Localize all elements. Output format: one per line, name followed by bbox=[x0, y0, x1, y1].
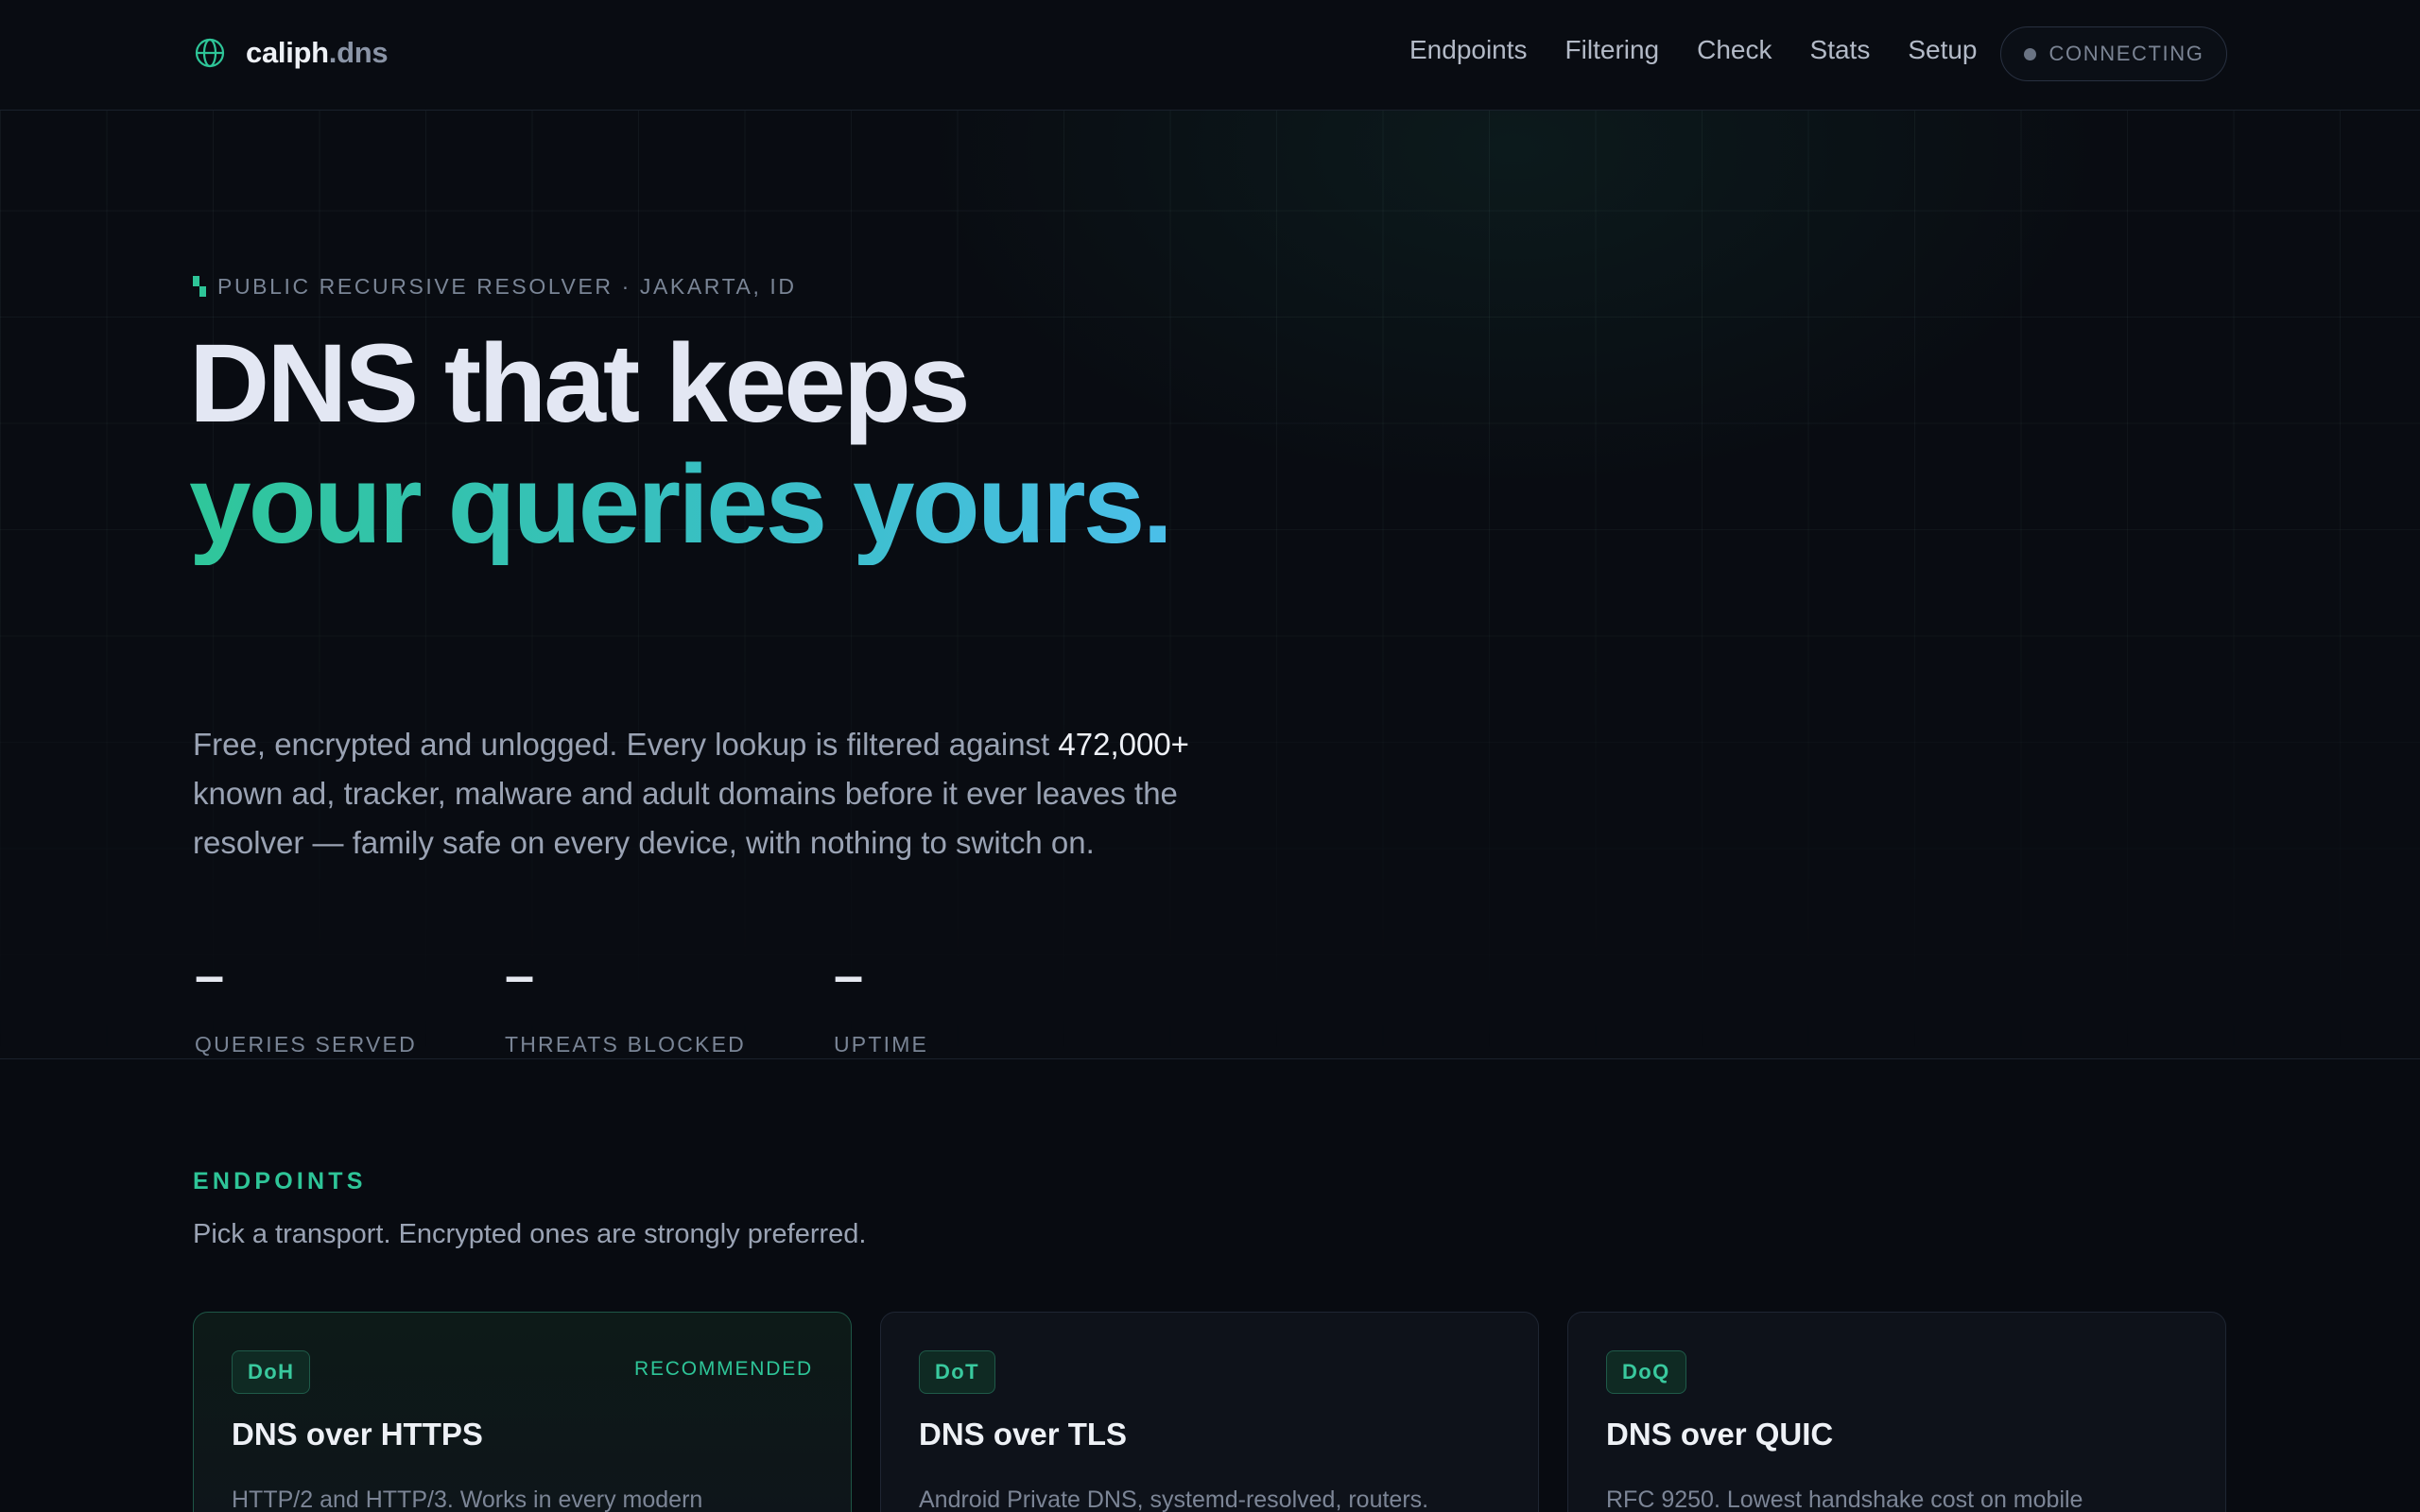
endpoints-section-label: ENDPOINTS bbox=[193, 1168, 367, 1194]
protocol-badge: DoT bbox=[919, 1350, 995, 1394]
endpoint-card-doq[interactable]: DoQ DNS over QUIC RFC 9250. Lowest hands… bbox=[1567, 1312, 2226, 1512]
protocol-badge: DoH bbox=[232, 1350, 311, 1394]
stat-value: – bbox=[834, 945, 864, 1005]
hero-eyebrow: PUBLIC RECURSIVE RESOLVER · JAKARTA, ID bbox=[193, 272, 797, 301]
brand-name: caliph bbox=[246, 36, 329, 69]
blocked-domain-count: 472,000+ bbox=[1058, 727, 1189, 762]
stat-threats-blocked: – THREATS BLOCKED bbox=[505, 947, 746, 1057]
card-description: RFC 9250. Lowest handshake cost on mobil… bbox=[1606, 1486, 2083, 1512]
card-title: DNS over TLS bbox=[919, 1417, 1128, 1452]
recommended-label: RECOMMENDED bbox=[634, 1358, 813, 1380]
globe-icon bbox=[195, 38, 225, 68]
lede-text-after: known ad, tracker, malware and adult dom… bbox=[193, 776, 1178, 860]
protocol-badge: DoQ bbox=[1606, 1350, 1686, 1394]
nav-link-endpoints[interactable]: Endpoints bbox=[1409, 35, 1528, 65]
card-title: DNS over HTTPS bbox=[232, 1417, 483, 1452]
stat-value: – bbox=[195, 945, 225, 1005]
eyebrow-text: PUBLIC RECURSIVE RESOLVER · JAKARTA, ID bbox=[217, 273, 797, 299]
lede-text-before: Free, encrypted and unlogged. Every look… bbox=[193, 727, 1059, 762]
status-dot-icon bbox=[2023, 47, 2036, 60]
nav-link-stats[interactable]: Stats bbox=[1810, 35, 1871, 65]
connection-status-badge: CONNECTING bbox=[2000, 26, 2227, 81]
nav-links: Endpoints Filtering Check Stats Setup bbox=[1409, 34, 1978, 66]
stat-uptime: – UPTIME bbox=[834, 947, 928, 1057]
brand-logo[interactable]: caliph .dns bbox=[193, 34, 389, 72]
stat-queries-served: – QUERIES SERVED bbox=[195, 947, 417, 1057]
stat-value: – bbox=[505, 945, 535, 1005]
hero-headline: DNS that keeps your queries yours. bbox=[189, 321, 1173, 567]
card-description: Android Private DNS, systemd-resolved, r… bbox=[919, 1486, 1429, 1512]
pixel-marker-icon bbox=[193, 276, 206, 297]
nav-link-setup[interactable]: Setup bbox=[1908, 35, 1977, 65]
hero-section: PUBLIC RECURSIVE RESOLVER · JAKARTA, ID … bbox=[0, 111, 2420, 1059]
nav-link-filtering[interactable]: Filtering bbox=[1565, 35, 1660, 65]
hero-grid-background bbox=[0, 111, 2420, 1058]
endpoint-card-dot[interactable]: DoT DNS over TLS Android Private DNS, sy… bbox=[880, 1312, 1539, 1512]
stat-label: UPTIME bbox=[834, 1032, 929, 1057]
brand-tld: .dns bbox=[328, 36, 389, 69]
nav-link-check[interactable]: Check bbox=[1697, 35, 1772, 65]
card-title: DNS over QUIC bbox=[1606, 1417, 1834, 1452]
stat-label: QUERIES SERVED bbox=[195, 1032, 417, 1057]
headline-line-2: your queries yours. bbox=[189, 442, 1173, 567]
stat-label: THREATS BLOCKED bbox=[505, 1032, 746, 1057]
hero-description: Free, encrypted and unlogged. Every look… bbox=[193, 720, 1242, 868]
status-text: CONNECTING bbox=[2048, 42, 2204, 65]
endpoint-card-doh[interactable]: DoH RECOMMENDED DNS over HTTPS HTTP/2 an… bbox=[193, 1312, 852, 1512]
headline-line-1: DNS that keeps bbox=[189, 321, 971, 446]
endpoints-section-subtitle: Pick a transport. Encrypted ones are str… bbox=[193, 1219, 867, 1249]
card-description: HTTP/2 and HTTP/3. Works in every modern bbox=[232, 1486, 703, 1512]
top-nav: caliph .dns Endpoints Filtering Check Sta… bbox=[0, 0, 2420, 111]
